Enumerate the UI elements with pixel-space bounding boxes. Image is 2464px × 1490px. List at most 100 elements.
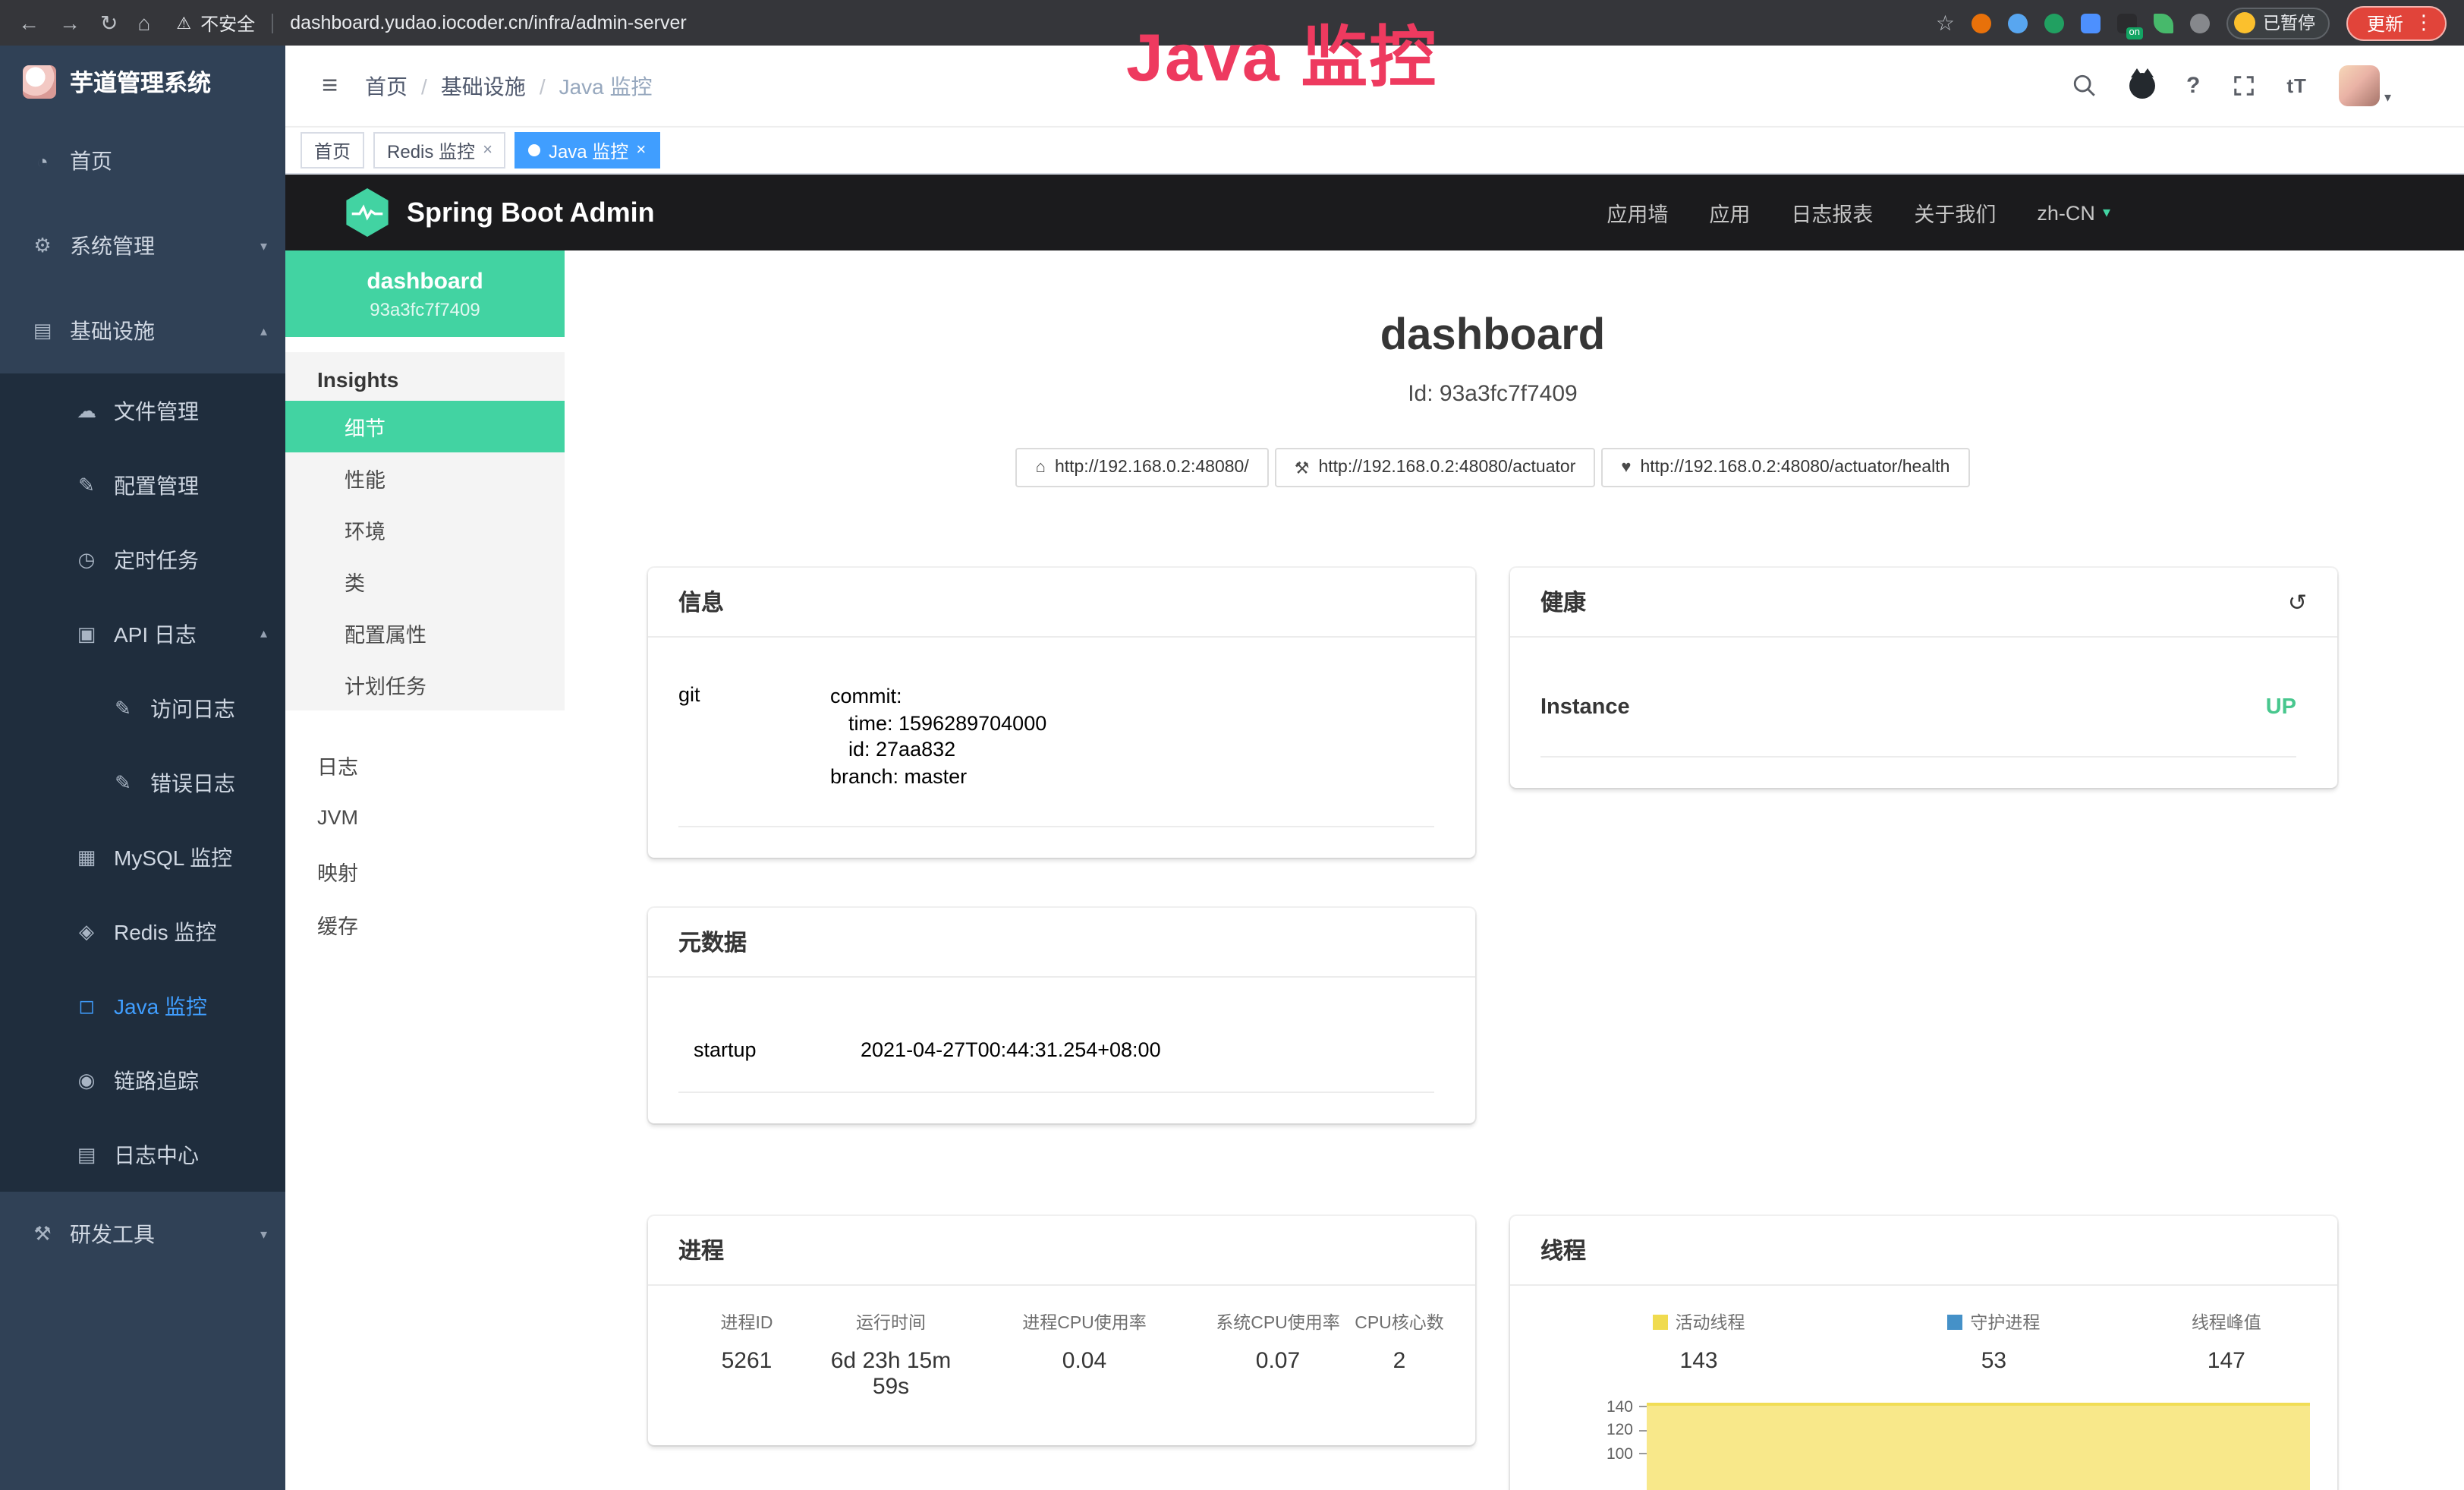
sba-content: dashboard Id: 93a3fc7f7409 ⌂ http://192.…	[565, 250, 2464, 1490]
extension-on-badge: on	[2126, 27, 2143, 39]
sba-instance-header[interactable]: dashboard 93a3fc7f7409	[285, 250, 565, 337]
extension-icon-1[interactable]	[1972, 13, 1991, 33]
stat-value: 0.04	[967, 1348, 1202, 1374]
sba-nav-links: 应用墙 应用 日志报表 关于我们 zh-CN ▾	[1606, 197, 2110, 228]
breadcrumb-home[interactable]: 首页	[365, 71, 441, 101]
chevron-down-icon: ▾	[2103, 204, 2110, 221]
extension-icon-4[interactable]	[2081, 13, 2101, 33]
service-url: http://192.168.0.2:48080/	[1055, 458, 1249, 477]
edit-icon: ✎	[74, 473, 99, 497]
extension-icon-6[interactable]	[2154, 13, 2173, 33]
stat-label: 线程峰值	[2131, 1310, 2322, 1334]
address-bar[interactable]: ⚠ 不安全 dashboard.yudao.iocoder.cn/infra/a…	[176, 10, 686, 36]
instance-name: dashboard	[367, 268, 483, 294]
stat-label: 进程ID	[678, 1310, 815, 1334]
sidebar-item-error-log[interactable]: ✎ 错误日志	[0, 745, 285, 820]
sba-menu-caches[interactable]: 缓存	[285, 897, 565, 950]
tab-redis-monitor[interactable]: Redis 监控 ×	[373, 132, 506, 169]
tab-home[interactable]: 首页	[301, 132, 364, 169]
sidebar-item-access-log[interactable]: ✎ 访问日志	[0, 671, 285, 745]
avatar[interactable]	[2339, 65, 2380, 106]
close-icon[interactable]: ×	[636, 141, 646, 159]
sidebar-item-trace[interactable]: ◉ 链路追踪	[0, 1043, 285, 1117]
sba-menu-details[interactable]: 细节	[285, 401, 565, 452]
sidebar-item-system[interactable]: ⚙ 系统管理 ▾	[0, 203, 285, 288]
sba-sidebar: dashboard 93a3fc7f7409 Insights 细节 性能 环境…	[285, 250, 565, 1490]
tab-java-monitor[interactable]: Java 监控 ×	[515, 132, 659, 169]
sba-menu-logs[interactable]: 日志	[285, 738, 565, 791]
browser-menu-icon[interactable]: ⋮	[2414, 11, 2434, 35]
extension-icon-7[interactable]	[2190, 13, 2210, 33]
health-url-button[interactable]: ♥ http://192.168.0.2:48080/actuator/heal…	[1601, 448, 1969, 487]
hamburger-icon[interactable]: ≡	[322, 70, 338, 102]
sidebar-item-label: 定时任务	[114, 544, 199, 575]
sidebar-item-mysql[interactable]: ▦ MySQL 监控	[0, 820, 285, 894]
health-url: http://192.168.0.2:48080/actuator/health	[1640, 458, 1949, 477]
sidebar-item-label: 研发工具	[70, 1219, 155, 1249]
sidebar-item-job[interactable]: ◷ 定时任务	[0, 522, 285, 597]
sba-menu-config-props[interactable]: 配置属性	[285, 607, 565, 659]
table-row: git commit: time: 1596289704000 id: 27aa…	[678, 656, 1434, 827]
update-label: 更新	[2367, 10, 2403, 36]
extension-icon-2[interactable]	[2008, 13, 2028, 33]
forward-icon[interactable]: →	[59, 12, 80, 33]
browser-home-icon[interactable]: ⌂	[137, 12, 150, 33]
stat-uptime: 运行时间 6d 23h 15m 59s	[815, 1310, 967, 1400]
extension-icon-5[interactable]: on	[2117, 13, 2137, 33]
close-icon[interactable]: ×	[483, 141, 492, 159]
breadcrumb: 首页 基础设施 Java 监控	[365, 71, 653, 101]
search-icon[interactable]	[2071, 73, 2097, 99]
sba-menu-performance[interactable]: 性能	[285, 452, 565, 504]
sba-menu-jvm[interactable]: JVM	[285, 791, 565, 844]
update-button[interactable]: 更新 ⋮	[2347, 5, 2446, 40]
sba-locale-select[interactable]: zh-CN ▾	[2037, 201, 2110, 224]
sidebar-item-api-log[interactable]: ▣ API 日志 ▴	[0, 597, 285, 671]
actuator-url-button[interactable]: ⚒ http://192.168.0.2:48080/actuator	[1275, 448, 1596, 487]
sidebar-item-redis[interactable]: ◈ Redis 监控	[0, 894, 285, 969]
sidebar-item-label: 错误日志	[150, 767, 235, 798]
tags-view-bar: 首页 Redis 监控 × Java 监控 ×	[285, 128, 2464, 175]
github-icon[interactable]	[2129, 73, 2154, 99]
sidebar-item-label: MySQL 监控	[114, 842, 232, 872]
sidebar-item-devtool[interactable]: ⚒ 研发工具 ▾	[0, 1192, 285, 1277]
sideb-item-log-center[interactable]: ▤ 日志中心	[0, 1117, 285, 1192]
bookmark-star-icon[interactable]: ☆	[1936, 12, 1955, 33]
sba-menu-environment[interactable]: 环境	[285, 504, 565, 556]
threads-chart-y-axis: 140 120 100	[1540, 1395, 1647, 1490]
url-text[interactable]: dashboard.yudao.iocoder.cn/infra/admin-s…	[290, 12, 687, 33]
breadcrumb-infra[interactable]: 基础设施	[441, 71, 559, 101]
stat-pid: 进程ID 5261	[678, 1310, 815, 1400]
sidebar-item-home[interactable]: ◔ 首页	[0, 118, 285, 203]
sba-nav-wallboard[interactable]: 应用墙	[1606, 197, 1668, 228]
monitor-icon: ▤	[30, 319, 55, 343]
sba-menu-scheduled-tasks[interactable]: 计划任务	[285, 659, 565, 710]
back-icon[interactable]: ←	[18, 12, 39, 33]
sidebar-item-infra[interactable]: ▤ 基础设施 ▴	[0, 288, 285, 373]
sba-nav-applications[interactable]: 应用	[1709, 197, 1750, 228]
service-url-button[interactable]: ⌂ http://192.168.0.2:48080/	[1016, 448, 1269, 487]
sidebar-item-java[interactable]: ◻ Java 监控	[0, 969, 285, 1043]
stat-value: 53	[1857, 1348, 2131, 1374]
sba-brand-title[interactable]: Spring Boot Admin	[407, 197, 655, 228]
font-size-icon[interactable]: tT	[2286, 74, 2307, 97]
address-divider	[272, 13, 273, 33]
sidebar-item-file[interactable]: ☁ 文件管理	[0, 373, 285, 448]
sba-nav-about[interactable]: 关于我们	[1914, 197, 1996, 228]
reload-icon[interactable]: ↻	[100, 12, 118, 33]
sba-nav-journal[interactable]: 日志报表	[1791, 197, 1873, 228]
sba-menu-mappings[interactable]: 映射	[285, 844, 565, 897]
axis-tick-label: 120	[1606, 1422, 1633, 1440]
profile-chip[interactable]: 已暂停	[2226, 7, 2330, 39]
fullscreen-icon[interactable]	[2232, 74, 2255, 97]
info-card: 信息 git commit: time: 1596289704000 id: 2	[648, 568, 1475, 858]
instance-id: 93a3fc7f7409	[370, 298, 480, 320]
app-logo[interactable]: 芋道管理系统	[0, 46, 285, 118]
user-menu[interactable]: ▾	[2339, 65, 2391, 106]
history-icon[interactable]: ↺	[2288, 588, 2307, 616]
chevron-down-icon: ▾	[260, 238, 267, 254]
sba-logo-icon[interactable]	[345, 188, 390, 237]
sidebar-item-config[interactable]: ✎ 配置管理	[0, 448, 285, 522]
sba-menu-classes[interactable]: 类	[285, 556, 565, 607]
extension-icon-3[interactable]	[2044, 13, 2064, 33]
help-icon[interactable]: ?	[2186, 73, 2200, 99]
